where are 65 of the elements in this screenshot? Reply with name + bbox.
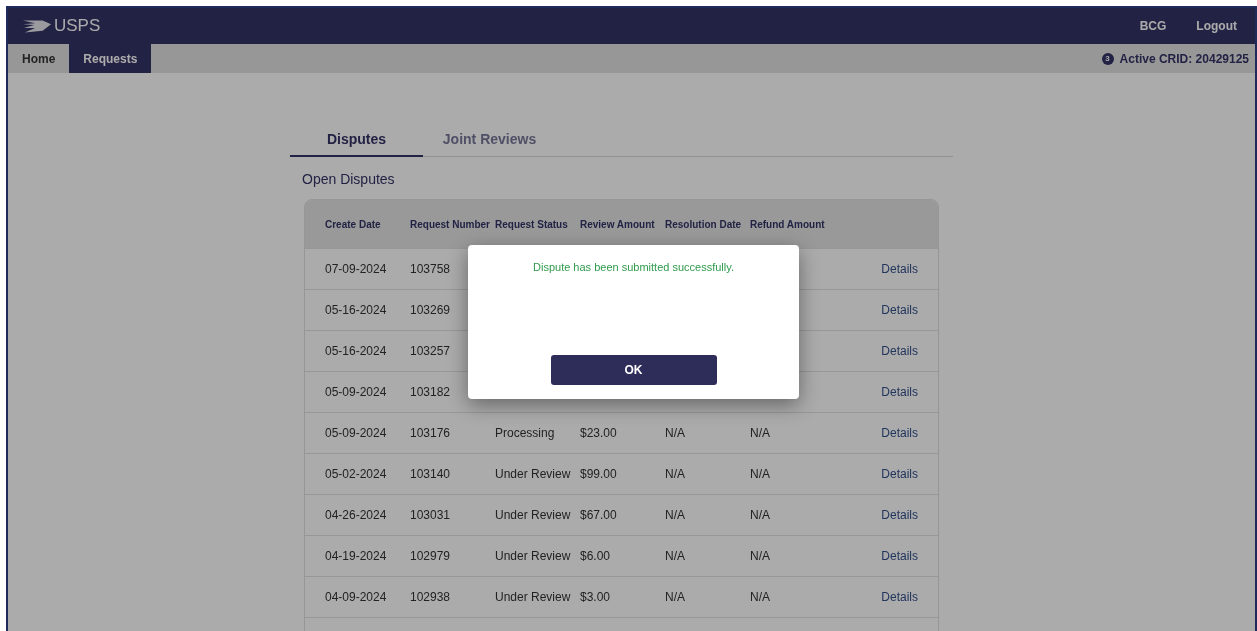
table-cell-text: $67.00 [580,508,618,522]
header-link[interactable]: BCG [1139,19,1167,33]
column-header: Resolution Date [665,218,743,230]
details-link[interactable]: Details [881,549,918,563]
table-cell-text: 103031 [410,508,452,522]
table-cell-text: 103140 [410,467,452,481]
column-header: Request Status [495,218,569,230]
header-link[interactable]: Logout [1196,19,1237,33]
table-cell-text: 05-09-2024 [325,385,388,399]
table-cell-text: N/A [750,508,771,522]
table-cell-text: 102979 [410,549,452,563]
table-cell-text: 05-09-2024 [325,426,388,440]
table-cell-text: Under Review [495,549,572,563]
crid-label: Active CRID: 20429125 [1119,51,1249,66]
details-link[interactable]: Details [881,467,918,481]
table-cell-text: $3.00 [580,590,612,604]
table-cell-text: 103269 [410,303,452,317]
table-cell-text: 05-16-2024 [325,344,388,358]
table-cell-text: N/A [665,467,686,481]
table-cell-text: Processing [495,426,556,440]
eagle-logo-icon [22,18,52,34]
details-link[interactable]: Details [881,303,918,317]
table-cell-text: Under Review [495,508,572,522]
details-link[interactable]: Details [881,426,918,440]
table-cell-text: 07-09-2024 [325,262,388,276]
details-link[interactable]: Details [881,262,918,276]
table-cell-text: N/A [665,549,686,563]
details-link[interactable]: Details [881,590,918,604]
details-link[interactable]: Details [881,344,918,358]
details-link[interactable]: Details [881,385,918,399]
table-cell-text: N/A [665,590,686,604]
table-cell-text: Under Review [495,590,572,604]
tab[interactable]: Disputes [290,123,423,157]
ok-button[interactable]: OK [550,355,717,385]
column-header: Refund Amount [750,218,826,230]
tab[interactable]: Joint Reviews [423,123,556,157]
table-cell-text: 05-02-2024 [325,467,388,481]
table-cell-text: 103182 [410,385,452,399]
details-link[interactable]: Details [881,508,918,522]
table-cell-text: 04-19-2024 [325,549,388,563]
table-cell-text: 103758 [410,262,452,276]
table-cell-text: N/A [750,426,771,440]
table-cell-text: 04-26-2024 [325,508,388,522]
column-header: Review Amount [580,218,656,230]
table-cell-text: 103257 [410,344,452,358]
logo-text: USPS [54,16,101,36]
table-cell-text: 05-16-2024 [325,303,388,317]
table-cell-text: N/A [665,426,686,440]
section-title: Open Disputes [302,171,396,187]
table-cell-text: N/A [665,508,686,522]
table-cell-text: N/A [750,549,771,563]
table-cell-text: $99.00 [580,467,618,481]
count-badge: 3 [1101,52,1114,65]
nav-item[interactable]: Requests [69,44,152,73]
table-cell-text: 102938 [410,590,452,604]
table-cell-text: N/A [750,467,771,481]
table-cell-text: $23.00 [580,426,618,440]
success-message: Dispute has been submitted successfully. [533,261,734,273]
table-cell-text: N/A [750,590,771,604]
table-cell-text: Under Review [495,467,572,481]
column-header: Create Date [325,218,382,230]
column-header: Request Number [410,218,491,230]
table-cell-text: $6.00 [580,549,612,563]
table-cell-text: 04-09-2024 [325,590,388,604]
table-cell-text: 103176 [410,426,452,440]
